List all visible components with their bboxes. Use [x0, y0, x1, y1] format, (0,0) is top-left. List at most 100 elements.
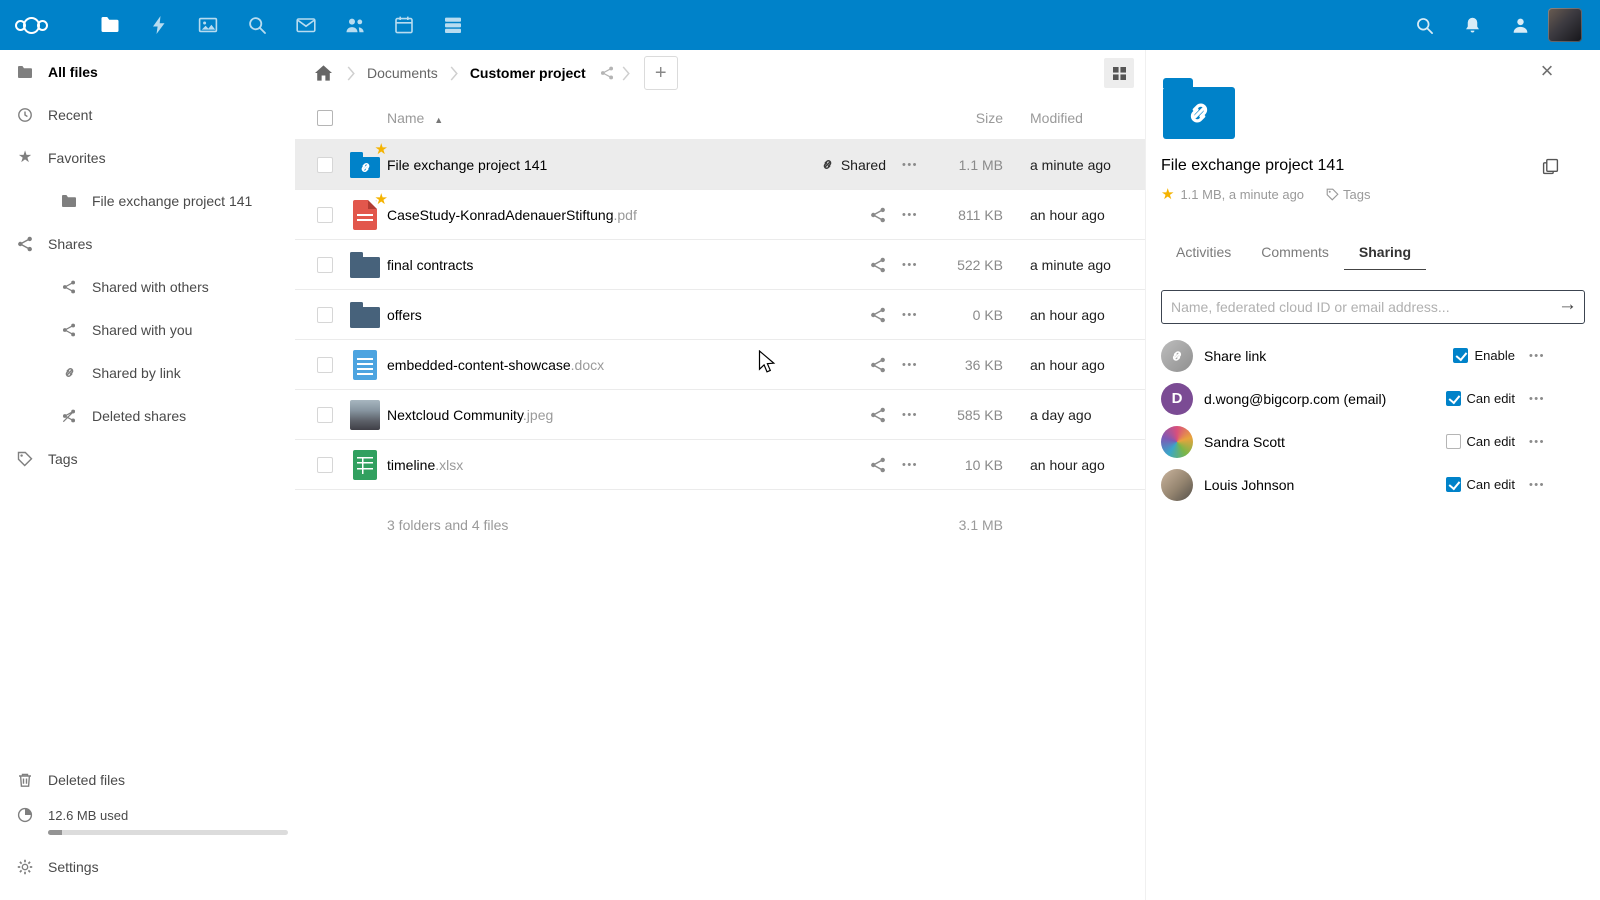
breadcrumb-current-folder[interactable]: Customer project	[466, 65, 590, 81]
sidebar-item-shared-with-others[interactable]: Shared with others	[0, 265, 295, 308]
gear-icon	[16, 859, 34, 875]
link-icon	[820, 157, 835, 172]
favorite-star-icon[interactable]: ★	[1161, 185, 1174, 203]
more-actions-button[interactable]: •••	[890, 209, 930, 221]
column-header-modified[interactable]: Modified	[1025, 110, 1145, 126]
search-app-icon[interactable]	[232, 0, 281, 50]
share-icon	[870, 357, 886, 373]
more-actions-button[interactable]: •••	[890, 309, 930, 321]
more-actions-button[interactable]: •••	[890, 409, 930, 421]
favorite-star-badge: ★	[375, 192, 388, 207]
share-toggle-label[interactable]: Can edit	[1467, 434, 1515, 449]
mail-app-icon[interactable]	[281, 0, 330, 50]
activity-app-icon[interactable]	[134, 0, 183, 50]
file-name[interactable]: File exchange project 141	[387, 157, 820, 173]
share-entry-sandra-scott: Sandra Scott Can edit •••	[1161, 420, 1585, 463]
home-breadcrumb-icon[interactable]	[307, 51, 339, 95]
row-checkbox[interactable]	[317, 457, 333, 473]
sidebar-item-favorites[interactable]: ★ Favorites	[0, 136, 295, 179]
sidebar-item-shared-by-link[interactable]: Shared by link	[0, 351, 295, 394]
share-button[interactable]	[870, 307, 890, 323]
file-name[interactable]: offers	[387, 307, 870, 323]
file-name[interactable]: final contracts	[387, 257, 870, 273]
details-meta: 1.1 MB, a minute ago	[1180, 187, 1304, 202]
new-file-button[interactable]: +	[644, 56, 678, 90]
sidebar-item-deleted-files[interactable]: Deleted files	[0, 758, 295, 801]
share-button[interactable]	[870, 207, 890, 223]
file-row-embedded-content-showcase[interactable]: embedded-content-showcase.docx ••• 36 KB…	[295, 340, 1145, 390]
file-row-final-contracts[interactable]: final contracts ••• 522 KB a minute ago	[295, 240, 1145, 290]
share-more-button[interactable]: •••	[1529, 479, 1545, 491]
share-button[interactable]	[870, 407, 890, 423]
file-name[interactable]: CaseStudy-KonradAdenauerStiftung.pdf	[387, 207, 870, 223]
contacts-menu-icon[interactable]	[1496, 0, 1544, 50]
enable-link-checkbox[interactable]	[1453, 348, 1468, 363]
tab-comments[interactable]: Comments	[1246, 235, 1344, 270]
can-edit-checkbox[interactable]	[1446, 434, 1461, 449]
shared-status-button[interactable]: Shared	[820, 157, 890, 173]
share-toggle-label[interactable]: Can edit	[1467, 391, 1515, 406]
file-row-file-exchange-project[interactable]: ★ File exchange project 141 Shared ••• 1…	[295, 140, 1145, 190]
files-app-icon[interactable]	[85, 0, 134, 50]
row-checkbox[interactable]	[317, 257, 333, 273]
search-icon[interactable]	[1400, 0, 1448, 50]
file-name[interactable]: embedded-content-showcase.docx	[387, 357, 870, 373]
file-name[interactable]: timeline.xlsx	[387, 457, 870, 473]
copy-link-icon[interactable]	[1542, 158, 1559, 175]
sidebar-item-deleted-shares[interactable]: Deleted shares	[0, 394, 295, 437]
breadcrumb-share-icon[interactable]	[600, 66, 614, 80]
more-actions-button[interactable]: •••	[890, 259, 930, 271]
sidebar-item-all-files[interactable]: All files	[0, 50, 295, 93]
contacts-app-icon[interactable]	[330, 0, 379, 50]
tag-icon	[16, 451, 34, 467]
confirm-share-icon[interactable]: →	[1558, 294, 1577, 316]
tags-button[interactable]: Tags	[1326, 187, 1370, 202]
gallery-app-icon[interactable]	[183, 0, 232, 50]
sidebar-item-shares[interactable]: Shares	[0, 222, 295, 265]
sidebar-item-recent[interactable]: Recent	[0, 93, 295, 136]
grid-view-toggle-button[interactable]	[1104, 58, 1134, 88]
share-more-button[interactable]: •••	[1529, 393, 1545, 405]
more-actions-button[interactable]: •••	[890, 359, 930, 371]
file-table-header: Name ▲ Size Modified	[295, 96, 1145, 140]
more-actions-button[interactable]: •••	[890, 159, 930, 171]
notifications-bell-icon[interactable]	[1448, 0, 1496, 50]
row-checkbox[interactable]	[317, 207, 333, 223]
sharee-search-input[interactable]	[1161, 290, 1585, 324]
sidebar-item-shared-with-you[interactable]: Shared with you	[0, 308, 295, 351]
close-icon[interactable]: ×	[1534, 58, 1560, 84]
file-name[interactable]: Nextcloud Community.jpeg	[387, 407, 870, 423]
nextcloud-logo[interactable]	[0, 17, 62, 34]
row-checkbox[interactable]	[317, 307, 333, 323]
row-checkbox[interactable]	[317, 407, 333, 423]
share-button[interactable]	[870, 257, 890, 273]
share-more-button[interactable]: •••	[1529, 436, 1545, 448]
calendar-app-icon[interactable]	[379, 0, 428, 50]
file-row-nextcloud-community[interactable]: Nextcloud Community.jpeg ••• 585 KB a da…	[295, 390, 1145, 440]
can-edit-checkbox[interactable]	[1446, 391, 1461, 406]
sidebar-item-settings[interactable]: Settings	[0, 845, 295, 888]
tab-sharing[interactable]: Sharing	[1344, 235, 1426, 270]
can-edit-checkbox[interactable]	[1446, 477, 1461, 492]
breadcrumb-documents[interactable]: Documents	[363, 65, 442, 81]
file-row-casestudy-pdf[interactable]: ★ CaseStudy-KonradAdenauerStiftung.pdf •…	[295, 190, 1145, 240]
sidebar-item-tags[interactable]: Tags	[0, 437, 295, 480]
row-checkbox[interactable]	[317, 357, 333, 373]
column-header-name[interactable]: Name ▲	[387, 110, 886, 126]
sort-ascending-icon: ▲	[434, 115, 443, 125]
share-button[interactable]	[870, 357, 890, 373]
tab-activities[interactable]: Activities	[1161, 235, 1246, 270]
share-toggle-label[interactable]: Can edit	[1467, 477, 1515, 492]
column-header-size[interactable]: Size	[930, 110, 1025, 126]
share-more-button[interactable]: •••	[1529, 350, 1545, 362]
select-all-checkbox[interactable]	[317, 110, 333, 126]
file-row-offers[interactable]: offers ••• 0 KB an hour ago	[295, 290, 1145, 340]
share-button[interactable]	[870, 457, 890, 473]
sidebar-item-favorite-folder[interactable]: File exchange project 141	[0, 179, 295, 222]
file-row-timeline[interactable]: timeline.xlsx ••• 10 KB an hour ago	[295, 440, 1145, 490]
more-actions-button[interactable]: •••	[890, 459, 930, 471]
row-checkbox[interactable]	[317, 157, 333, 173]
deck-app-icon[interactable]	[428, 0, 477, 50]
share-toggle-label[interactable]: Enable	[1474, 348, 1514, 363]
user-avatar[interactable]	[1548, 8, 1582, 42]
